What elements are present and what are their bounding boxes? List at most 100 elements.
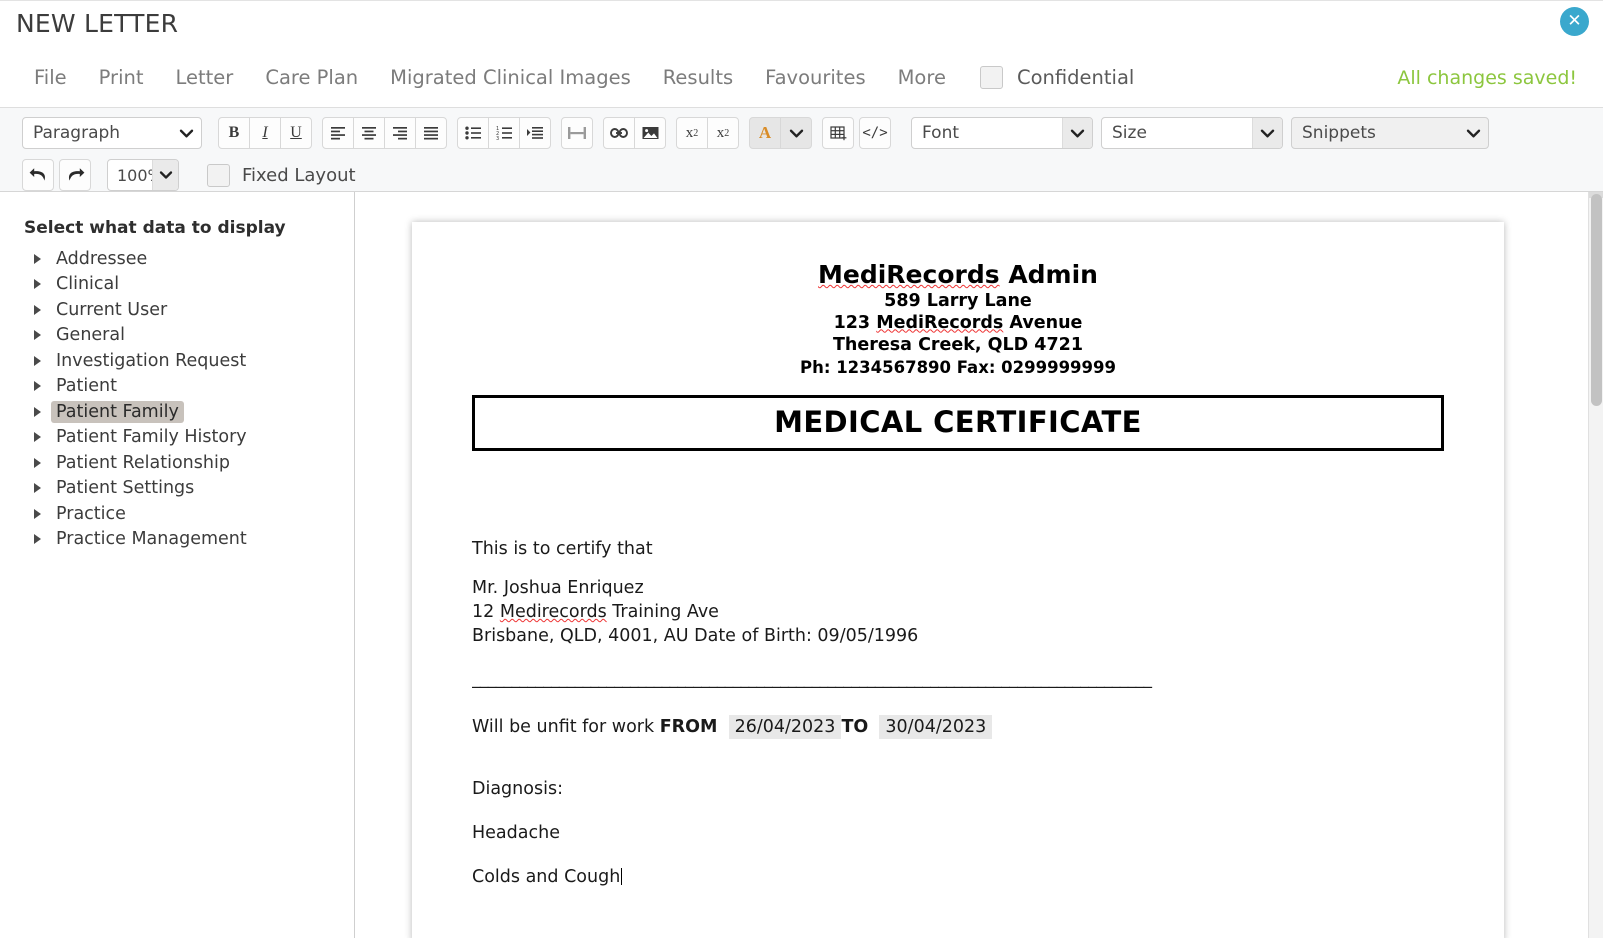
align-left-icon[interactable] (322, 117, 354, 149)
svg-text:3: 3 (496, 136, 499, 140)
editor-body: Select what data to display Addressee Cl… (0, 192, 1603, 938)
from-label: FROM (659, 716, 718, 737)
link-icon[interactable] (603, 117, 635, 149)
sidebar-item-label: Patient Family History (56, 427, 247, 448)
confidential-label: Confidential (1016, 66, 1135, 89)
underline-button[interactable]: U (280, 117, 312, 149)
chevron-down-icon (1458, 118, 1488, 148)
italic-button[interactable]: I (249, 117, 281, 149)
zoom-select[interactable]: 100% (107, 159, 179, 191)
indent-icon[interactable] (519, 117, 551, 149)
insert-group (603, 117, 666, 149)
fixed-layout-group: Fixed Layout (207, 163, 356, 187)
font-family-select[interactable]: Font (911, 117, 1093, 149)
font-color-chevron-down-icon[interactable] (780, 117, 812, 149)
menu-item-file[interactable]: File (18, 66, 83, 89)
confidential-group: Confidential (979, 66, 1135, 89)
font-color-button[interactable]: A (749, 117, 781, 149)
superscript-button[interactable]: x2 (707, 117, 739, 149)
align-right-icon[interactable] (384, 117, 416, 149)
fixed-layout-checkbox[interactable] (207, 163, 230, 187)
chevron-right-icon (34, 253, 41, 264)
zoom-value: 100% (117, 165, 152, 185)
page-break-group (561, 117, 593, 149)
menu-item-print[interactable]: Print (83, 66, 160, 89)
sidebar-item-practice[interactable]: Practice (24, 501, 354, 527)
chevron-right-icon (34, 381, 41, 392)
patient-address-number: 12 (472, 602, 500, 623)
redo-icon[interactable] (59, 159, 91, 191)
sidebar-item-current-user[interactable]: Current User (24, 297, 354, 323)
chevron-down-icon (1062, 118, 1092, 148)
chevron-right-icon (34, 432, 41, 443)
to-label: TO (841, 716, 869, 737)
insert-table-icon[interactable] (822, 117, 854, 149)
address-suffix: Avenue (1003, 312, 1083, 333)
sidebar-item-patient-family[interactable]: Patient Family (24, 399, 354, 425)
menu-item-migrated-clinical-images[interactable]: Migrated Clinical Images (374, 66, 647, 89)
chevron-right-icon (34, 508, 41, 519)
bold-button[interactable]: B (218, 117, 250, 149)
image-icon[interactable] (634, 117, 666, 149)
letterhead: MediRecords Admin 589 Larry Lane 123 Med… (472, 260, 1444, 379)
page-title: NEW LETTER (16, 9, 179, 38)
sidebar-item-practice-management[interactable]: Practice Management (24, 527, 354, 553)
menu-item-more[interactable]: More (882, 66, 962, 89)
scrollbar-thumb[interactable] (1591, 194, 1602, 406)
certify-line: This is to certify that (472, 538, 653, 559)
sidebar-item-label: Patient Settings (56, 478, 195, 499)
menu-item-letter[interactable]: Letter (160, 66, 250, 89)
address-line-1: 589 Larry Lane (884, 290, 1032, 311)
document-canvas[interactable]: MediRecords Admin 589 Larry Lane 123 Med… (355, 192, 1603, 938)
sidebar-item-general[interactable]: General (24, 323, 354, 349)
sidebar-item-investigation-request[interactable]: Investigation Request (24, 348, 354, 374)
menu-item-care-plan[interactable]: Care Plan (249, 66, 374, 89)
menu-item-results[interactable]: Results (647, 66, 749, 89)
snippets-value: Snippets (1292, 123, 1386, 143)
numbered-list-icon[interactable]: 123 (488, 117, 520, 149)
snippets-select[interactable]: Snippets (1291, 117, 1489, 149)
sidebar-item-label: Patient (56, 376, 117, 397)
editor-toolbar: Paragraph B I U 1 2 3 x 2 x 2 A </> Font… (0, 108, 1603, 192)
page-break-icon[interactable] (561, 117, 593, 149)
undo-icon[interactable] (22, 159, 54, 191)
chevron-right-icon (34, 330, 41, 341)
sidebar-item-label: Patient Family (51, 400, 184, 423)
paragraph-style-select[interactable]: Paragraph (22, 117, 202, 149)
fixed-layout-label: Fixed Layout (242, 164, 356, 186)
text-format-group: B I U (218, 117, 312, 149)
vertical-scrollbar[interactable] (1588, 192, 1603, 938)
align-center-icon[interactable] (353, 117, 385, 149)
address-number: 123 (833, 312, 877, 333)
sidebar-item-clinical[interactable]: Clinical (24, 272, 354, 298)
chevron-right-icon (34, 304, 41, 315)
chevron-right-icon (34, 279, 41, 290)
align-justify-icon[interactable] (415, 117, 447, 149)
chevron-right-icon (34, 483, 41, 494)
chevron-down-icon (1252, 118, 1282, 148)
subscript-button[interactable]: x2 (676, 117, 708, 149)
patient-block: Mr. Joshua Enriquez 12 Medirecords Train… (472, 576, 1444, 648)
sidebar-item-patient-settings[interactable]: Patient Settings (24, 476, 354, 502)
bullet-list-icon[interactable] (457, 117, 489, 149)
sidebar-item-label: Patient Relationship (56, 452, 230, 473)
save-status: All changes saved! (1397, 66, 1577, 89)
letter-page[interactable]: MediRecords Admin 589 Larry Lane 123 Med… (412, 222, 1504, 938)
source-code-button[interactable]: </> (859, 117, 891, 149)
sidebar-item-patient[interactable]: Patient (24, 374, 354, 400)
from-date-token[interactable]: 26/04/2023 (728, 714, 842, 739)
sidebar-item-label: General (56, 325, 125, 346)
confidential-checkbox[interactable] (979, 66, 1003, 89)
diagnosis-item-2: Colds and Cough (472, 868, 1444, 887)
letter-body[interactable]: This is to certify that Mr. Joshua Enriq… (472, 538, 1444, 887)
sidebar-item-patient-family-history[interactable]: Patient Family History (24, 425, 354, 451)
sidebar-item-addressee[interactable]: Addressee (24, 246, 354, 272)
unfit-for-work-line: Will be unfit for work FROM 26/04/2023 TO… (472, 714, 1444, 739)
address-line-3: Theresa Creek, QLD 4721 (832, 334, 1084, 355)
close-icon[interactable]: ✕ (1560, 7, 1589, 36)
sidebar-item-patient-relationship[interactable]: Patient Relationship (24, 450, 354, 476)
menu-item-favourites[interactable]: Favourites (749, 66, 881, 89)
font-size-select[interactable]: Size (1101, 117, 1283, 149)
table-code-group: </> (822, 117, 891, 149)
to-date-token[interactable]: 30/04/2023 (879, 714, 993, 739)
